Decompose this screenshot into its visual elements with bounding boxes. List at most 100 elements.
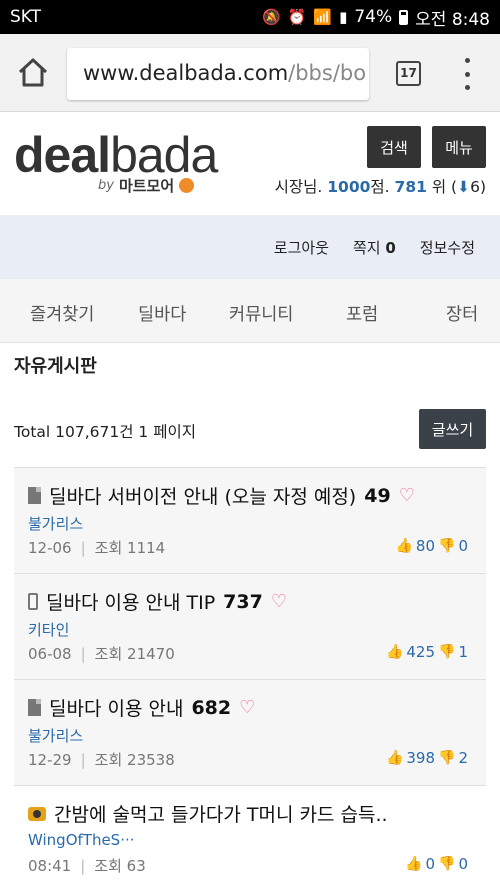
post-votes: 👍 425 👎 1 [386,643,468,661]
thumbs-up-icon: 👍 [385,644,404,660]
url-bar[interactable]: www.dealbada.com/bbs/bo [67,48,369,100]
user-name: 시장님. [274,178,323,196]
like-count: 80 [415,537,436,555]
thumbs-down-icon: 👎 [438,750,456,766]
edit-info-link[interactable]: 정보수정 [420,237,475,258]
post-title[interactable]: 딜바다 이용 안내 [49,694,183,721]
logout-link[interactable]: 로그아웃 [274,237,329,258]
signal-icon: ▮ [339,7,348,26]
post-title[interactable]: 딜바다 이용 안내 TIP [46,588,215,615]
site-header: dealbada by 마트모어 검색 메뉴 시장님. 1000점. 781 위… [0,112,500,215]
post-views: 조회 1114 [94,539,166,557]
partner-name: 마트모어 [118,177,175,195]
user-rank: 781 [394,178,427,196]
document-icon [28,699,41,716]
browser-menu-button[interactable] [460,58,474,90]
post-votes: 👍 0 👎 0 [405,855,468,873]
list-item[interactable]: 딜바다 이용 안내 TIP 737 ♡ 키타인 06-08 | 조회 21470 👍… [14,573,486,679]
nav-market[interactable]: 장터 [446,301,478,326]
partner-byline: by 마트모어 [98,175,195,196]
thumbs-up-icon: 👍 [395,538,413,554]
list-item[interactable]: 딜바다 이용 안내 682 ♡ 불가리스 12-29 | 조회 23538 👍 398… [14,679,486,785]
camera-icon [28,806,46,821]
site-logo[interactable]: dealbada [14,127,218,183]
post-meta: 12-29 | 조회 23538 [28,749,175,770]
thumbs-up-icon: 👍 [405,856,423,872]
clock: 오전 8:48 [415,9,490,30]
thumbs-down-icon: 👎 [438,856,456,872]
user-points: 1000 [327,178,371,196]
comment-count: 49 [364,484,391,507]
dot-icon [464,71,470,77]
search-button[interactable]: 검색 [367,126,421,168]
browser-toolbar: www.dealbada.com/bbs/bo 17 [0,34,500,112]
rank-change: 6 [470,178,480,196]
nav-dealbada[interactable]: 딜바다 [138,301,186,326]
logo-deal: deal [14,127,111,183]
post-title[interactable]: 딜바다 서버이전 안내 (오늘 자정 예정) [49,482,356,509]
post-views: 조회 63 [94,857,146,875]
post-author[interactable]: 불가리스 [28,513,83,534]
list-item[interactable]: 딜바다 서버이전 안내 (오늘 자정 예정) 49 ♡ 불가리스 12-06 | 조… [14,467,486,573]
dislike-count: 0 [458,537,468,555]
tab-switcher-button[interactable]: 17 [396,61,421,86]
document-icon [28,487,41,504]
points-suffix: 점. [370,178,390,196]
like-count: 425 [406,643,436,661]
list-item[interactable]: 간밤에 술먹고 들가다가 T머니 카드 습득.. WingOfTheS··· 0… [14,785,486,891]
carrier-name: SKT [10,7,42,27]
home-icon [18,58,48,87]
post-date: 08:41 [28,857,72,875]
messages-label: 쪽지 [352,238,381,257]
mute-icon: 🔕 [262,7,281,26]
post-votes: 👍 398 👎 2 [386,749,468,767]
arrow-down-icon: ⬇ [457,178,471,196]
like-count: 0 [425,855,436,873]
nav-favorites[interactable]: 즐겨찾기 [30,301,94,326]
post-meta: 08:41 | 조회 63 [28,855,146,876]
wifi-icon: 📶 [313,7,333,26]
post-title-row: 딜바다 서버이전 안내 (오늘 자정 예정) 49 ♡ [28,482,415,509]
post-title-row: 간밤에 술먹고 들가다가 T머니 카드 습득.. [28,800,388,827]
post-views: 조회 21470 [94,645,175,663]
divider: | [80,751,86,769]
post-author[interactable]: 불가리스 [28,725,83,746]
battery-icon [399,9,409,25]
dot-icon [464,58,470,63]
dislike-count: 0 [458,855,468,873]
post-author[interactable]: WingOfTheS··· [28,831,135,849]
by-label: by [98,178,114,193]
post-meta: 06-08 | 조회 21470 [28,643,175,664]
page-title: 자유게시판 [14,356,97,377]
thumbs-up-icon: 👍 [385,750,404,766]
comment-count: 737 [223,590,263,613]
post-total: Total 107,671건 1 페이지 [14,423,196,441]
home-button[interactable] [14,54,52,92]
post-views: 조회 23538 [94,751,175,769]
post-meta: 12-06 | 조회 1114 [28,537,165,558]
heart-icon: ♡ [398,485,415,506]
heart-icon: ♡ [239,697,256,718]
thumbs-down-icon: 👎 [438,644,456,660]
like-count: 398 [406,749,436,767]
post-date: 06-08 [28,645,72,663]
thumbs-down-icon: 👎 [438,538,456,554]
alarm-icon: ⏰ [287,7,307,26]
dislike-count: 1 [458,643,468,661]
post-date: 12-29 [28,751,72,769]
nav-community[interactable]: 커뮤니티 [229,301,293,326]
menu-button[interactable]: 메뉴 [432,126,486,168]
post-votes: 👍 80 👎 0 [395,537,468,555]
heart-icon: ♡ [270,591,287,612]
url-path: /bbs/bo [288,61,367,85]
user-status: 시장님. 1000점. 781 위 (⬇6) [275,175,486,197]
nav-forum[interactable]: 포럼 [346,301,378,326]
post-title[interactable]: 간밤에 술먹고 들가다가 T머니 카드 습득.. [54,800,388,827]
post-title-row: 딜바다 이용 안내 682 ♡ [28,694,255,721]
messages-link[interactable]: 쪽지 0 [353,237,396,258]
messages-count: 0 [385,238,396,257]
rank-close: ) [479,178,486,196]
divider: | [80,539,86,557]
write-button[interactable]: 글쓰기 [419,409,486,449]
post-author[interactable]: 키타인 [28,619,69,640]
